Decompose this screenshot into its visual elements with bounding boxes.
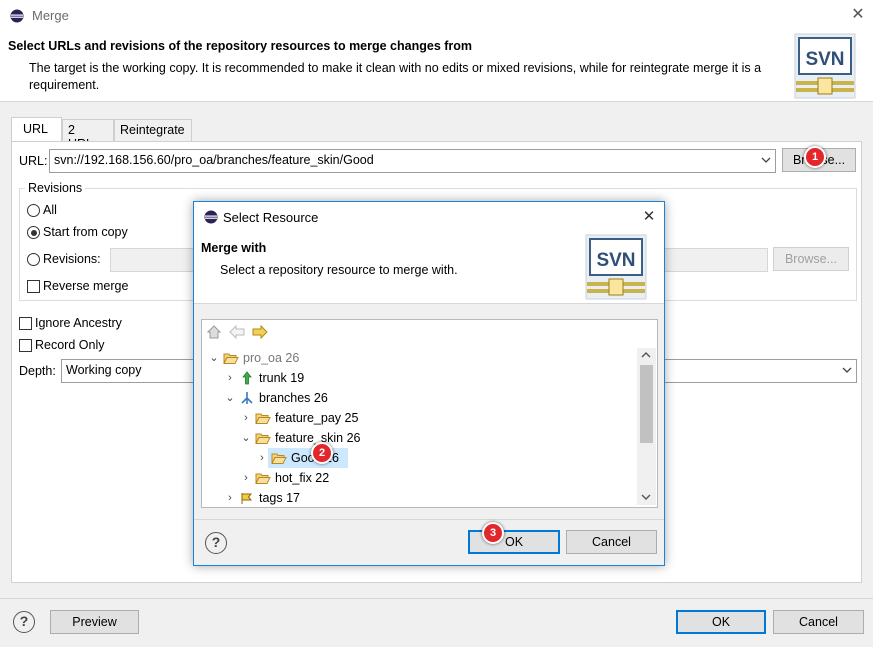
chevron-right-icon[interactable]: › [241, 408, 251, 428]
tree-item-label: hot_fix 22 [275, 471, 330, 485]
footer-separator [0, 598, 873, 599]
home-icon[interactable] [207, 325, 221, 339]
help-icon[interactable]: ? [205, 532, 227, 554]
dialog-description: Select a repository resource to merge wi… [220, 263, 458, 277]
chevron-right-icon[interactable]: › [225, 368, 235, 388]
branches-icon [241, 392, 253, 404]
tree-item-branches[interactable]: ⌄ branches 26 [202, 388, 636, 408]
step-badge-2: 2 [311, 442, 333, 464]
tree-item-label: feature_pay 25 [275, 411, 359, 425]
tree-item-trunk[interactable]: › trunk 19 [202, 368, 636, 388]
revisions-group-title: Revisions [25, 181, 86, 195]
tab-2-urls[interactable]: 2 URLs [62, 119, 114, 151]
chevron-down-icon[interactable] [842, 365, 852, 375]
radio-all-label: All [43, 203, 57, 217]
eclipse-icon [10, 9, 24, 23]
chevron-down-icon[interactable] [761, 155, 771, 165]
svn-logo-text: SVN [805, 49, 844, 70]
ignore-ancestry-label: Ignore Ancestry [35, 316, 122, 330]
tab-url-label: URL [23, 122, 49, 136]
radio-all[interactable] [27, 204, 40, 217]
tree-item-hot-fix[interactable]: › hot_fix 22 [202, 468, 636, 488]
step-badge-3: 3 [482, 522, 504, 544]
close-icon[interactable]: ✕ [639, 207, 659, 227]
repository-tree[interactable]: ⌄ pro_oa 26 › trunk 19 ⌄ branches 26 › f… [201, 319, 658, 508]
tree-item-label: trunk 19 [259, 371, 305, 385]
radio-revisions-label: Revisions: [43, 252, 101, 266]
open-folder-icon [255, 433, 271, 444]
tree-item-feature-skin[interactable]: ⌄ feature_skin 26 [202, 428, 636, 448]
ok-button[interactable]: OK [676, 610, 766, 634]
folder-icon [255, 473, 271, 484]
url-label: URL: [19, 154, 48, 168]
page-title: Select URLs and revisions of the reposit… [8, 39, 473, 53]
eclipse-icon [204, 210, 218, 224]
tree-item-label: branches 26 [259, 391, 328, 405]
folder-icon [271, 453, 287, 464]
help-icon[interactable]: ? [13, 611, 35, 633]
tags-icon [241, 493, 253, 504]
radio-start-from-copy[interactable] [27, 226, 40, 239]
record-only-label: Record Only [35, 338, 105, 352]
cancel-button[interactable]: Cancel [773, 610, 864, 634]
chevron-down-icon[interactable]: ⌄ [225, 388, 235, 408]
url-value: svn://192.168.156.60/pro_oa/branches/fea… [54, 153, 374, 167]
reverse-merge-label: Reverse merge [43, 279, 129, 293]
tab-reintegrate-label: Reintegrate [120, 123, 185, 137]
radio-revisions[interactable] [27, 253, 40, 266]
dialog-heading: Merge with [201, 241, 267, 255]
svn-logo-icon: SVN [585, 234, 647, 300]
dialog-footer-separator [194, 519, 664, 520]
svn-logo-text: SVN [596, 250, 635, 271]
preview-button[interactable]: Preview [50, 610, 139, 634]
ignore-ancestry-checkbox[interactable] [19, 317, 32, 330]
svn-logo-icon: SVN [794, 33, 856, 99]
tab-url[interactable]: URL [11, 117, 62, 142]
tree-item-tags[interactable]: › tags 17 [202, 488, 636, 508]
revisions-browse-button[interactable]: Browse... [773, 247, 849, 271]
forward-arrow-icon[interactable] [252, 325, 268, 339]
dialog-title: Select Resource [223, 210, 319, 225]
chevron-down-icon[interactable]: ⌄ [209, 348, 219, 368]
chevron-right-icon[interactable]: › [225, 488, 235, 508]
reverse-merge-checkbox[interactable] [27, 280, 40, 293]
tree-item-feature-pay[interactable]: › feature_pay 25 [202, 408, 636, 428]
chevron-down-icon[interactable]: ⌄ [241, 428, 251, 448]
tree-scrollbar[interactable] [637, 348, 656, 505]
tab-reintegrate[interactable]: Reintegrate [114, 119, 192, 141]
tree-item-label: tags 17 [259, 491, 301, 505]
record-only-checkbox[interactable] [19, 339, 32, 352]
radio-start-from-copy-label: Start from copy [43, 225, 128, 239]
main-titlebar [0, 0, 873, 32]
window-title: Merge [32, 8, 69, 23]
trunk-icon [242, 371, 252, 385]
chevron-right-icon[interactable]: › [257, 448, 267, 468]
dialog-cancel-button[interactable]: Cancel [566, 530, 657, 554]
scroll-up-icon[interactable] [641, 351, 651, 359]
url-combo[interactable]: svn://192.168.156.60/pro_oa/branches/fea… [49, 149, 776, 173]
tree-item-good[interactable]: › Good 26 [202, 448, 636, 468]
step-badge-1: 1 [804, 146, 826, 168]
scrollbar-thumb[interactable] [640, 365, 653, 443]
depth-label: Depth: [19, 364, 56, 378]
chevron-right-icon[interactable]: › [241, 468, 251, 488]
tree-item-label: pro_oa 26 [243, 351, 300, 365]
open-folder-icon [223, 353, 239, 364]
select-resource-dialog: Select Resource ✕ Merge with Select a re… [193, 201, 665, 566]
page-description: The target is the working copy. It is re… [29, 61, 762, 92]
scroll-down-icon[interactable] [641, 493, 651, 501]
close-icon[interactable]: ✕ [848, 5, 868, 25]
folder-icon [255, 413, 271, 424]
tree-item-pro-oa[interactable]: ⌄ pro_oa 26 [202, 348, 636, 368]
depth-value: Working copy [66, 363, 142, 377]
back-arrow-icon[interactable] [229, 325, 245, 339]
